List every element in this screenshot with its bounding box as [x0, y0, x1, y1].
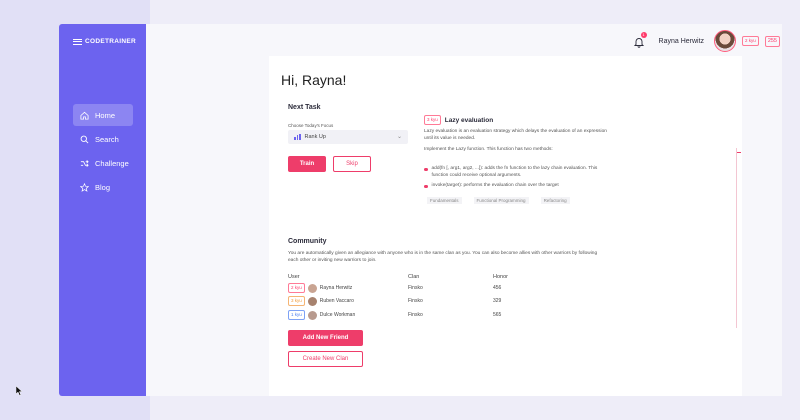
chevron-down-icon: ⌄ [396, 134, 402, 140]
header-user-area: 1 Rayna Herwitz 2 kyu 255 [633, 30, 780, 52]
sidebar-item-search[interactable]: Search [73, 128, 133, 150]
star-icon [80, 182, 89, 192]
avatar [307, 296, 317, 306]
honor-badge: 255 [764, 35, 780, 47]
task-implement-text: Implement the Lazy function. This functi… [424, 147, 553, 152]
avatar [307, 310, 317, 320]
task-header: 3 kyu Lazy evaluation [424, 115, 493, 125]
tag[interactable]: Fundamentals [427, 197, 462, 204]
focus-select-value: Rank Up [304, 134, 326, 140]
table-row[interactable]: 2 kyu Rayna Herwitz Finsko 456 [288, 283, 501, 293]
create-clan-button[interactable]: Create New Clan [288, 351, 363, 367]
sidebar-item-home[interactable]: Home [73, 104, 133, 126]
bullet-dot [424, 167, 428, 171]
row-rank-badge: 2 kyu [288, 283, 305, 293]
task-description: Lazy evaluation is an evaluation strateg… [424, 129, 607, 141]
table-row[interactable]: 1 kyu Dulce Workman Finsko 565 [288, 310, 501, 320]
row-clan: Finsko [408, 312, 423, 318]
focus-label: Choose Today's Focus [288, 123, 334, 128]
notifications-button[interactable]: 1 [633, 32, 647, 48]
column-header-honor: Honor [493, 274, 508, 280]
sidebar-item-label: Challenge [95, 158, 129, 168]
row-honor: 329 [493, 298, 502, 304]
next-task-title: Next Task [288, 104, 321, 111]
header-user-name[interactable]: Rayna Herwitz [659, 38, 705, 45]
home-icon [80, 111, 89, 120]
sidebar: CODETRAINER Home Search Challenge Blog [59, 24, 146, 396]
sidebar-item-challenge[interactable]: Challenge [73, 152, 133, 174]
tag[interactable]: Refactoring [540, 197, 570, 204]
row-rank-badge: 3 kyu [288, 296, 305, 306]
row-user: 2 kyu Rayna Herwitz [288, 283, 408, 293]
row-clan: Finsko [408, 298, 423, 304]
add-friend-button[interactable]: Add New Friend [288, 330, 363, 346]
bullet-dot [424, 184, 428, 188]
row-clan: Finsko [408, 285, 423, 291]
task-bullet: add(fn [, arg1, arg2, ...]): adds the fn… [424, 166, 614, 179]
sidebar-nav: Home Search Challenge Blog [73, 104, 133, 200]
row-user: 3 kyu Ruben Vaccaro [288, 296, 408, 306]
row-user-name: Dulce Workman [319, 312, 356, 318]
row-user-name: Rayna Herwitz [319, 285, 353, 291]
task-rank-badge: 3 kyu [424, 115, 441, 125]
community-title: Community [288, 238, 327, 245]
task-bullet-text: invoke(target): performs the evaluation … [431, 183, 559, 188]
row-user: 1 kyu Dulce Workman [288, 310, 408, 320]
skip-button[interactable]: Skip [333, 156, 371, 172]
menu-icon [73, 38, 82, 45]
avatar [307, 283, 317, 293]
mouse-cursor-icon [16, 386, 23, 396]
column-header-clan: Clan [408, 274, 420, 280]
row-honor: 456 [493, 285, 502, 291]
row-honor: 565 [493, 312, 502, 318]
avatar[interactable] [714, 30, 737, 52]
task-tags: Fundamentals Functional Programming Refa… [427, 197, 570, 204]
brand-logo-text: CODETRAINER [85, 38, 136, 45]
sidebar-item-label: Blog [95, 182, 111, 192]
community-description: You are automatically given an allegianc… [288, 251, 598, 263]
column-header-user: User [288, 274, 300, 280]
sidebar-item-label: Home [95, 110, 116, 120]
sidebar-item-label: Search [95, 134, 119, 144]
brand-logo[interactable]: CODETRAINER [73, 38, 136, 45]
task-title[interactable]: Lazy evaluation [445, 117, 493, 124]
task-bullet-text: add(fn [, arg1, arg2, ...]): adds the fn… [431, 166, 598, 178]
rank-badge: 2 kyu [742, 36, 759, 46]
bar-chart-icon [294, 134, 301, 140]
row-user-name: Ruben Vaccaro [319, 298, 354, 304]
shuffle-icon [80, 159, 89, 167]
train-button[interactable]: Train [288, 156, 326, 172]
search-icon [80, 135, 89, 143]
main-card: Hi, Rayna! Next Task Choose Today's Focu… [269, 56, 742, 396]
page-title: Hi, Rayna! [281, 72, 347, 88]
tag[interactable]: Functional Programming [473, 197, 529, 204]
focus-select[interactable]: Rank Up ⌄ [288, 130, 408, 144]
notification-badge: 1 [640, 32, 647, 38]
table-row[interactable]: 3 kyu Ruben Vaccaro Finsko 329 [288, 296, 501, 306]
scrollbar[interactable] [736, 148, 737, 328]
sidebar-item-blog[interactable]: Blog [73, 176, 133, 198]
scroll-indicator [737, 152, 741, 153]
task-bullet: invoke(target): performs the evaluation … [424, 183, 614, 190]
row-rank-badge: 1 kyu [288, 310, 305, 320]
